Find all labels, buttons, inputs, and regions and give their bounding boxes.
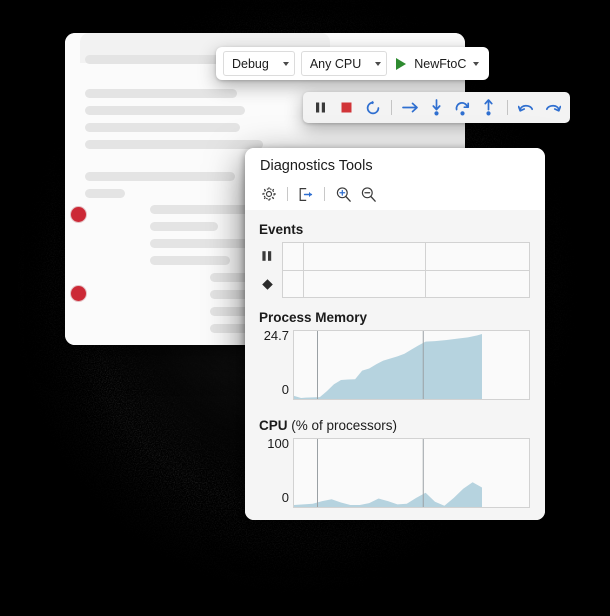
continue-arrow-icon[interactable] [401, 98, 420, 117]
memory-ytick-min: 0 [281, 382, 289, 397]
cpu-section-title: CPU (% of processors) [259, 418, 397, 433]
cpu-title-suffix: (% of processors) [287, 418, 398, 433]
diagnostics-toolbar[interactable] [259, 184, 378, 204]
chart-area-series [294, 482, 482, 507]
events-row-icons [259, 242, 275, 298]
code-placeholder-line [85, 189, 125, 198]
toolbar-separator [507, 100, 508, 115]
redo-icon[interactable] [543, 98, 562, 117]
chart-area-series [294, 334, 482, 399]
run-button[interactable]: NewFtoC [390, 52, 483, 75]
cpu-title-main: CPU [259, 418, 288, 433]
step-into-icon[interactable] [427, 98, 446, 117]
play-icon [396, 57, 407, 70]
configuration-dropdown-label: Debug [232, 56, 269, 71]
code-placeholder-line [150, 256, 230, 265]
breakpoint-marker[interactable] [71, 207, 86, 222]
code-placeholder-line [150, 222, 218, 231]
toolbar-separator [324, 187, 325, 201]
events-section-title: Events [259, 222, 304, 237]
cpu-ytick-min: 0 [281, 490, 289, 505]
screenshot-stage: Debug Any CPU NewFtoC Diagnostics Tools … [0, 0, 610, 616]
chevron-down-icon [375, 61, 382, 66]
cpu-plot-area[interactable] [293, 438, 530, 508]
code-placeholder-line [150, 239, 260, 248]
gear-icon[interactable] [259, 184, 279, 204]
chevron-down-icon [473, 61, 480, 66]
toolbar-separator [391, 100, 392, 115]
diagnostics-body: Events Process Memory 24.7 0 CPU (% of p… [245, 210, 545, 520]
diagnostics-tools-panel[interactable]: Diagnostics Tools Events Process Memory … [245, 148, 545, 520]
code-placeholder-line [85, 89, 237, 98]
undo-icon[interactable] [517, 98, 536, 117]
toolbar-separator [287, 187, 288, 201]
debug-configuration-toolbar[interactable]: Debug Any CPU NewFtoC [216, 47, 490, 80]
platform-dropdown-label: Any CPU [309, 56, 362, 71]
diamond-icon [259, 270, 275, 298]
page-title: Diagnostics Tools [260, 158, 373, 174]
code-placeholder-line [85, 123, 240, 132]
restart-icon[interactable] [363, 98, 382, 117]
stop-icon[interactable] [337, 98, 356, 117]
step-over-icon[interactable] [453, 98, 472, 117]
debug-controls-toolbar[interactable] [303, 92, 570, 123]
configuration-dropdown[interactable]: Debug [223, 51, 295, 76]
code-placeholder-line [85, 106, 245, 115]
events-row-divider [283, 270, 529, 271]
export-icon[interactable] [296, 184, 316, 204]
memory-ytick-max: 24.7 [263, 328, 289, 343]
cpu-ytick-max: 100 [267, 436, 289, 451]
breakpoint-marker[interactable] [71, 286, 86, 301]
run-button-label: NewFtoC [414, 56, 467, 71]
process-memory-section-title: Process Memory [259, 310, 368, 325]
process-memory-chart[interactable]: 24.7 0 [245, 328, 545, 400]
step-out-icon[interactable] [479, 98, 498, 117]
events-table[interactable] [282, 242, 530, 298]
zoom-out-icon[interactable] [358, 184, 378, 204]
zoom-in-icon[interactable] [333, 184, 353, 204]
pause-bars-icon [259, 242, 275, 270]
memory-plot-area[interactable] [293, 330, 530, 400]
cpu-chart[interactable]: 100 0 [245, 436, 545, 508]
chevron-down-icon [282, 61, 289, 66]
platform-dropdown[interactable]: Any CPU [300, 51, 388, 76]
code-placeholder-line [85, 140, 263, 149]
code-placeholder-line [85, 172, 235, 181]
pause-icon[interactable] [311, 98, 330, 117]
diagnostics-header: Diagnostics Tools [245, 148, 545, 210]
